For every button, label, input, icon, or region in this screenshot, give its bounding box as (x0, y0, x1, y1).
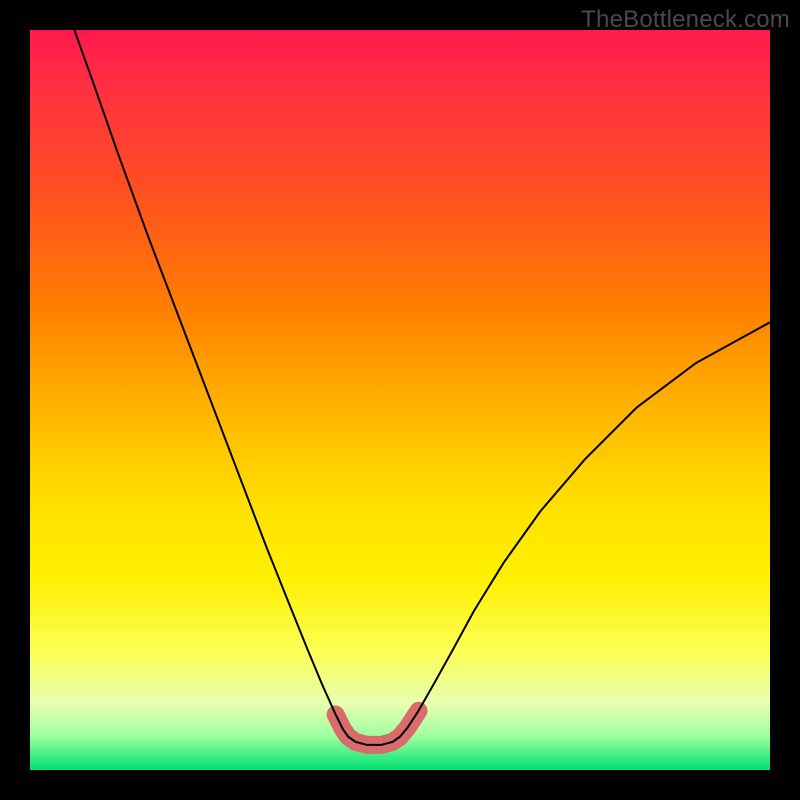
valley-highlight-path (336, 711, 419, 745)
curve-svg (30, 30, 770, 770)
bottleneck-curve-path (74, 30, 770, 745)
watermark-text: TheBottleneck.com (581, 6, 790, 34)
plot-area (30, 30, 770, 770)
